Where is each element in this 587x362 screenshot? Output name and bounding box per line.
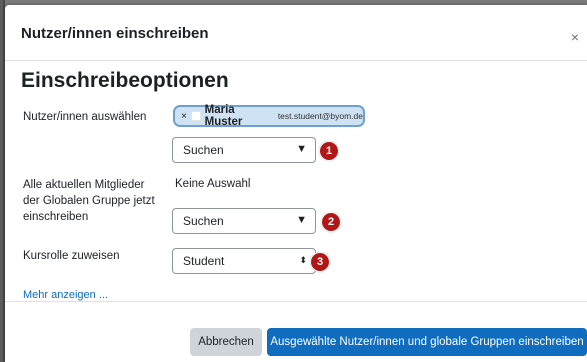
user-name: Maria Muster xyxy=(204,104,243,128)
enrol-submit-button[interactable]: Ausgewählte Nutzer/innen und globale Gru… xyxy=(267,328,587,356)
group-search-placeholder: Suchen xyxy=(183,214,224,228)
group-selection-value: Keine Auswahl xyxy=(175,178,251,190)
section-heading: Einschreibeoptionen xyxy=(21,69,229,92)
user-avatar xyxy=(190,111,201,121)
modal-header: Nutzer/innen einschreiben × xyxy=(5,5,587,61)
modal-title: Nutzer/innen einschreiben xyxy=(21,25,209,42)
dropdown-arrow-icon: ▼ xyxy=(296,143,307,155)
show-more-link[interactable]: Mehr anzeigen ... xyxy=(23,289,108,301)
role-select[interactable]: Student ⬍ xyxy=(172,248,316,274)
user-search-select[interactable]: Suchen ▼ xyxy=(172,137,316,163)
selected-user-chip[interactable]: × Maria Muster test.student@byom.de xyxy=(173,104,365,128)
remove-user-icon[interactable]: × xyxy=(181,111,187,122)
footer-divider xyxy=(5,301,587,302)
select-updown-icon: ⬍ xyxy=(299,255,307,265)
close-icon[interactable]: × xyxy=(571,29,579,45)
step-badge-2: 2 xyxy=(321,212,341,232)
role-label: Kursrolle zuweisen xyxy=(23,250,120,262)
group-search-select[interactable]: Suchen ▼ xyxy=(172,208,316,234)
enrol-users-modal: Nutzer/innen einschreiben × Einschreibeo… xyxy=(5,5,587,362)
step-badge-1: 1 xyxy=(319,141,339,161)
group-label: Alle aktuellen Mitglieder der Globalen G… xyxy=(23,179,155,223)
dropdown-arrow-icon: ▼ xyxy=(296,214,307,226)
user-search-placeholder: Suchen xyxy=(183,143,224,157)
users-label: Nutzer/innen auswählen xyxy=(23,111,147,123)
cancel-button[interactable]: Abbrechen xyxy=(190,328,262,356)
role-select-value: Student xyxy=(183,254,225,268)
step-badge-3: 3 xyxy=(310,252,330,272)
user-email: test.student@byom.de xyxy=(277,111,363,121)
